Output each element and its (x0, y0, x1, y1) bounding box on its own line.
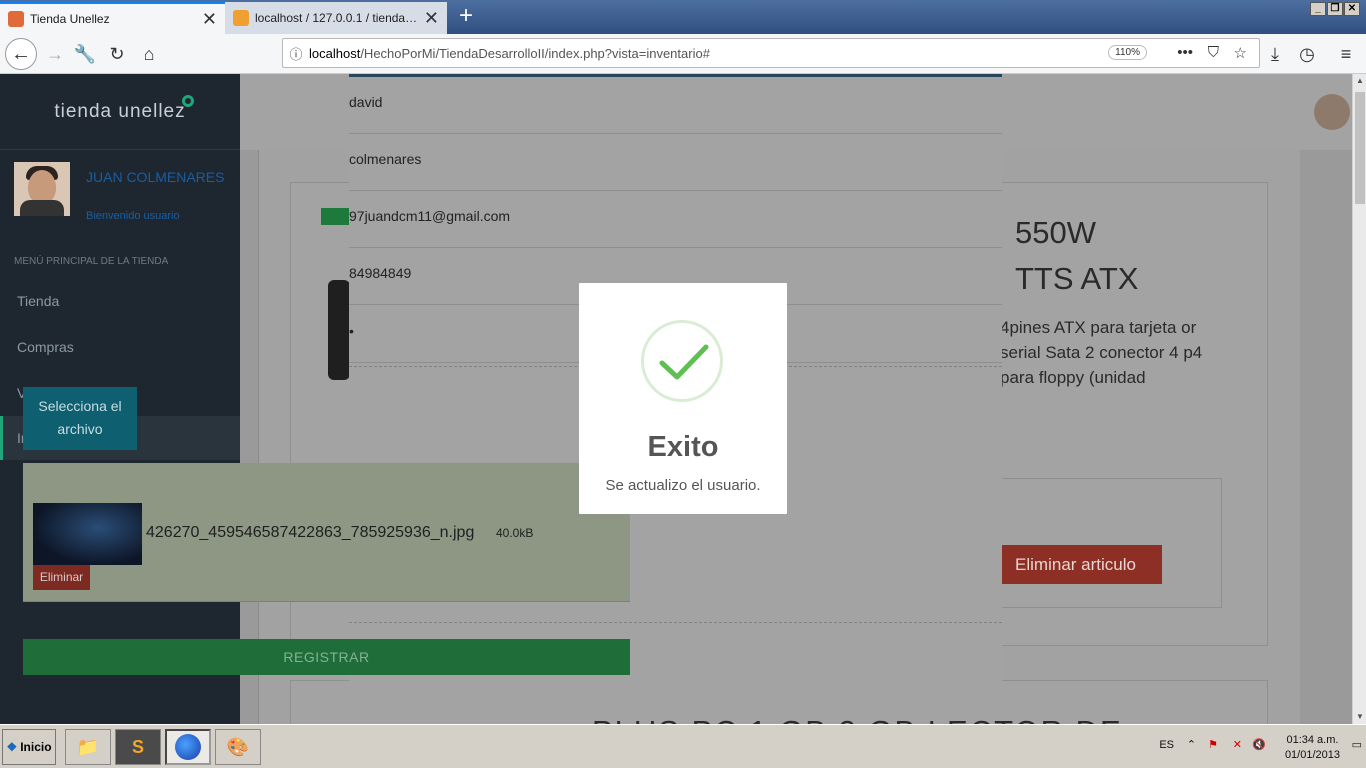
last-name-field[interactable]: colmenares (349, 134, 1002, 191)
product-description: 4pines ATX para tarjeta or serial Sata 2… (1000, 318, 1203, 387)
wrench-icon[interactable]: 🔧 (72, 41, 98, 67)
close-tab-icon[interactable]: ✕ (424, 9, 439, 27)
show-hidden-icons-icon[interactable]: ⌃ (1187, 738, 1196, 751)
home-button[interactable]: ⌂ (136, 41, 162, 67)
product-title: 550W TTS ATX (1015, 215, 1139, 296)
close-tab-icon[interactable]: ✕ (202, 10, 217, 28)
history-icon[interactable]: ◷ (1294, 41, 1320, 67)
url-path: /HechoPorMi/TiendaDesarrolloII/index.php… (360, 45, 710, 61)
restore-icon[interactable]: ❐ (1327, 2, 1343, 16)
clock[interactable]: 01:34 a.m. 01/01/2013 (1285, 733, 1340, 763)
file-name: 426270_459546587422863_785925936_n.jpg (146, 524, 475, 541)
first-name-field[interactable]: david (349, 77, 1002, 134)
bookmark-star-icon[interactable]: ☆ (1234, 44, 1247, 62)
menu-heading: MENÚ PRINCIPAL DE LA TIENDA (14, 256, 169, 267)
hamburger-menu-icon[interactable]: ≡ (1333, 41, 1359, 67)
network-icon[interactable]: ✕ (1233, 738, 1242, 751)
user-name: JUAN COLMENARES (86, 169, 225, 185)
dialog-message: Se actualizo el usuario. (605, 477, 761, 494)
start-label: Inicio (20, 740, 52, 754)
page-scrollbar[interactable]: ▲ ▼ (1352, 74, 1366, 724)
tab-phpmyadmin[interactable]: localhost / 127.0.0.1 / tiendadesarrollo… (225, 2, 447, 34)
url-bar[interactable]: ⓘ localhost /HechoPorMi/TiendaDesarrollo… (282, 38, 1260, 68)
site-info-icon[interactable]: ⓘ (283, 44, 309, 63)
stock-badge (321, 208, 351, 225)
file-explorer-icon[interactable]: 📁 (65, 729, 111, 765)
minimize-icon[interactable]: _ (1310, 2, 1326, 16)
file-thumbnail (33, 503, 142, 565)
pocket-icon[interactable]: ⛉ (1208, 44, 1219, 61)
store-favicon-icon (8, 11, 24, 27)
brand-dot-icon (182, 95, 194, 107)
scroll-down-icon[interactable]: ▼ (1353, 710, 1366, 724)
close-window-icon[interactable]: ✕ (1344, 2, 1360, 16)
start-button[interactable]: ❖ Inicio (2, 729, 56, 765)
action-center-icon[interactable]: ⚑ (1208, 738, 1218, 751)
paint-icon[interactable]: 🎨 (215, 729, 261, 765)
brand-text: tienda unellez (54, 101, 186, 122)
volume-icon[interactable]: 🔇 (1252, 738, 1266, 751)
window-controls: _ ❐ ✕ (1310, 2, 1360, 16)
scroll-thumb[interactable] (1355, 92, 1365, 204)
url-host: localhost (309, 45, 361, 61)
clock-date: 01/01/2013 (1284, 749, 1340, 761)
product-title-2: PLUS PC 1 GB 2 GB LECTOR DE (592, 714, 1123, 724)
forward-button[interactable]: → (42, 41, 68, 67)
phpmyadmin-favicon-icon (233, 10, 249, 26)
select-file-button[interactable]: Selecciona el archivo (23, 387, 137, 450)
new-tab-button[interactable]: + (452, 3, 480, 31)
scroll-up-icon[interactable]: ▲ (1353, 74, 1366, 88)
email-field[interactable]: 97juandcm11@gmail.com (349, 191, 1002, 248)
app-page: tienda unellez JUAN COLMENARES Bienvenid… (0, 74, 1352, 724)
firefox-icon[interactable] (165, 729, 211, 765)
product-actions-box (978, 478, 1222, 608)
product-image (328, 280, 350, 380)
zoom-level[interactable]: 110% (1108, 45, 1147, 60)
sidebar-item-compras[interactable]: Compras (0, 325, 240, 369)
windows-logo-icon: ❖ (6, 740, 18, 754)
sublime-text-icon[interactable]: S (115, 729, 161, 765)
avatar (14, 162, 70, 216)
brand-logo[interactable]: tienda unellez (0, 74, 240, 150)
tab-tienda-unellez[interactable]: Tienda Unellez ✕ (0, 2, 225, 34)
reload-button[interactable]: ↻ (104, 41, 130, 67)
tab-title: localhost / 127.0.0.1 / tiendadesarrollo (255, 11, 418, 25)
clock-time: 01:34 a.m. (1286, 734, 1339, 746)
downloads-icon[interactable]: ⤓ (1262, 41, 1288, 67)
register-button[interactable]: REGISTRAR (23, 639, 630, 675)
page-actions-icon[interactable]: ••• (1177, 44, 1193, 61)
show-desktop-icon[interactable]: ▭ (1352, 738, 1362, 751)
language-indicator[interactable]: ES (1159, 739, 1174, 751)
header-avatar[interactable] (1314, 94, 1350, 130)
sidebar-item-tienda[interactable]: Tienda (0, 279, 240, 323)
back-button[interactable]: ← (5, 38, 37, 70)
welcome-text: Bienvenido usuario (86, 210, 180, 222)
dialog-title: Exito (647, 431, 719, 463)
success-dialog: Exito Se actualizo el usuario. (579, 283, 787, 514)
tab-title: Tienda Unellez (30, 12, 110, 26)
browser-toolbar: ← → 🔧 ↻ ⌂ ⓘ localhost /HechoPorMi/Tienda… (0, 34, 1366, 74)
browser-tab-bar: Tienda Unellez ✕ localhost / 127.0.0.1 /… (0, 0, 1366, 34)
success-check-icon (641, 320, 723, 402)
taskbar: ❖ Inicio 📁 S 🎨 ES ⌃ ⚑ ✕ 🔇 01:34 a.m. 01/… (0, 724, 1366, 768)
delete-article-button[interactable]: Eliminar articulo (989, 545, 1162, 584)
file-size: 40.0kB (496, 526, 534, 540)
delete-file-button[interactable]: Eliminar (33, 565, 90, 590)
